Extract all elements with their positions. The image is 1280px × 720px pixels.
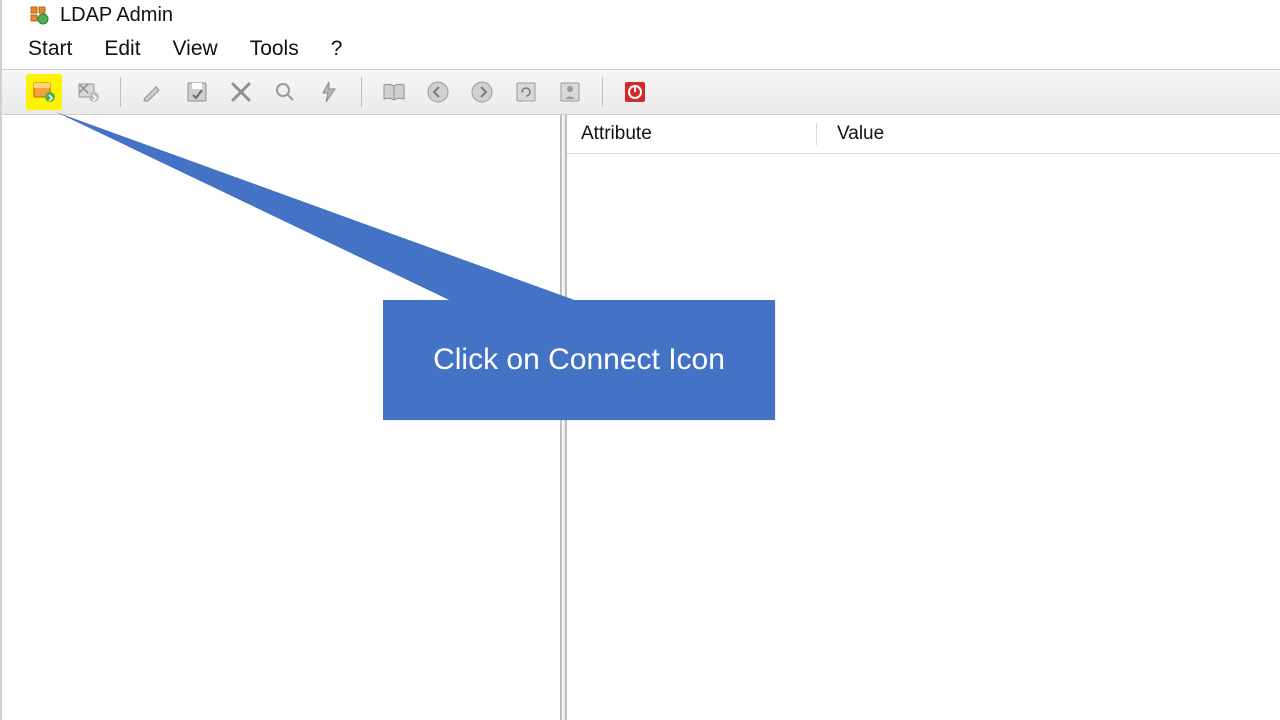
search-icon — [273, 80, 297, 104]
forward-button[interactable] — [464, 74, 500, 110]
toolbar — [2, 69, 1280, 115]
back-icon — [426, 80, 450, 104]
toolbar-separator — [361, 77, 362, 107]
app-window: LDAP Admin Start Edit View Tools ? — [0, 0, 1280, 720]
forward-icon — [470, 80, 494, 104]
menu-start[interactable]: Start — [28, 37, 72, 61]
execute-button[interactable] — [311, 74, 347, 110]
value-column-header[interactable]: Value — [817, 123, 1280, 145]
book-icon — [381, 80, 407, 104]
connect-icon — [31, 79, 57, 105]
save-button[interactable] — [179, 74, 215, 110]
toolbar-separator — [602, 77, 603, 107]
schema-icon — [558, 80, 582, 104]
attribute-column-header[interactable]: Attribute — [567, 123, 817, 145]
titlebar: LDAP Admin — [2, 0, 1280, 31]
lightning-icon — [317, 80, 341, 104]
menu-tools[interactable]: Tools — [250, 37, 299, 61]
menu-view[interactable]: View — [173, 37, 218, 61]
connect-button[interactable] — [26, 74, 62, 110]
app-icon — [30, 6, 50, 26]
window-title: LDAP Admin — [60, 4, 173, 27]
disconnect-button[interactable] — [70, 74, 106, 110]
save-icon — [185, 80, 209, 104]
content-area: Attribute Value — [2, 115, 1280, 720]
power-icon — [623, 80, 647, 104]
menu-help[interactable]: ? — [331, 37, 343, 61]
disconnect-icon — [75, 79, 101, 105]
book-button[interactable] — [376, 74, 412, 110]
edit-button[interactable] — [135, 74, 171, 110]
power-button[interactable] — [617, 74, 653, 110]
back-button[interactable] — [420, 74, 456, 110]
refresh-button[interactable] — [508, 74, 544, 110]
toolbar-separator — [120, 77, 121, 107]
close-icon — [229, 80, 253, 104]
pencil-icon — [141, 80, 165, 104]
grid-header: Attribute Value — [567, 115, 1280, 154]
search-button[interactable] — [267, 74, 303, 110]
refresh-icon — [514, 80, 538, 104]
details-pane: Attribute Value — [567, 115, 1280, 720]
menu-edit[interactable]: Edit — [104, 37, 140, 61]
schema-button[interactable] — [552, 74, 588, 110]
menubar: Start Edit View Tools ? — [2, 31, 1280, 69]
delete-button[interactable] — [223, 74, 259, 110]
tree-pane[interactable] — [2, 115, 562, 720]
